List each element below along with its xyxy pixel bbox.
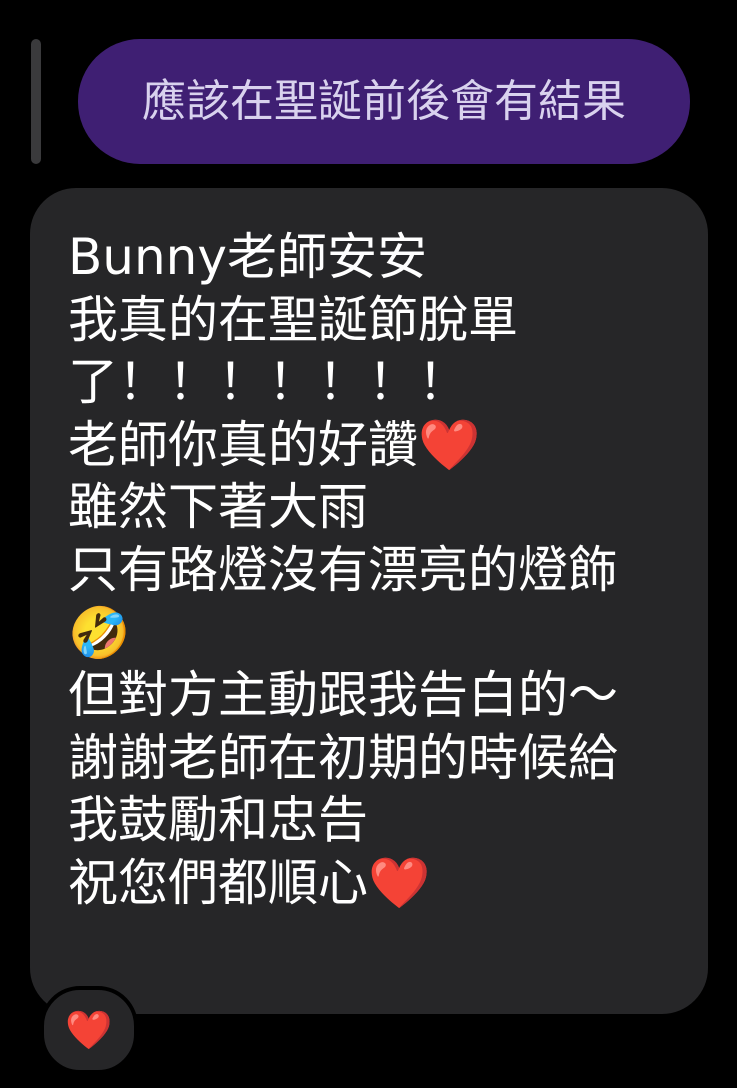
quoted-message-bubble[interactable]: 應該在聖誕前後會有結果 [78, 39, 690, 164]
message-line: 了！！！！！！！ [68, 353, 468, 412]
quoted-message-text: 應該在聖誕前後會有結果 [142, 75, 626, 127]
message-line: 🤣 [68, 603, 131, 662]
message-line: 雖然下著大雨 [68, 478, 368, 537]
message-line: 我真的在聖誕節脫單 [68, 290, 518, 349]
message-line: Bunny老師安安 [68, 228, 427, 286]
message-line: 但對方主動跟我告白的～ [68, 666, 618, 725]
message-line: 只有路燈沒有漂亮的燈飾 [68, 540, 618, 599]
reaction-badge[interactable]: ❤️ [40, 986, 138, 1074]
message-line: 我鼓勵和忠告 [68, 791, 368, 850]
message-line: 老師你真的好讚❤️ [68, 415, 481, 474]
heart-icon: ❤️ [65, 1008, 113, 1052]
message-line: 祝您們都順心❤️ [68, 853, 431, 912]
reply-indicator-bar [31, 39, 41, 164]
message-line: 謝謝老師在初期的時候給 [68, 728, 618, 787]
received-message-text: Bunny老師安安 我真的在聖誕節脫單 了！！！！！！！ 老師你真的好讚❤️ 雖… [68, 226, 618, 915]
